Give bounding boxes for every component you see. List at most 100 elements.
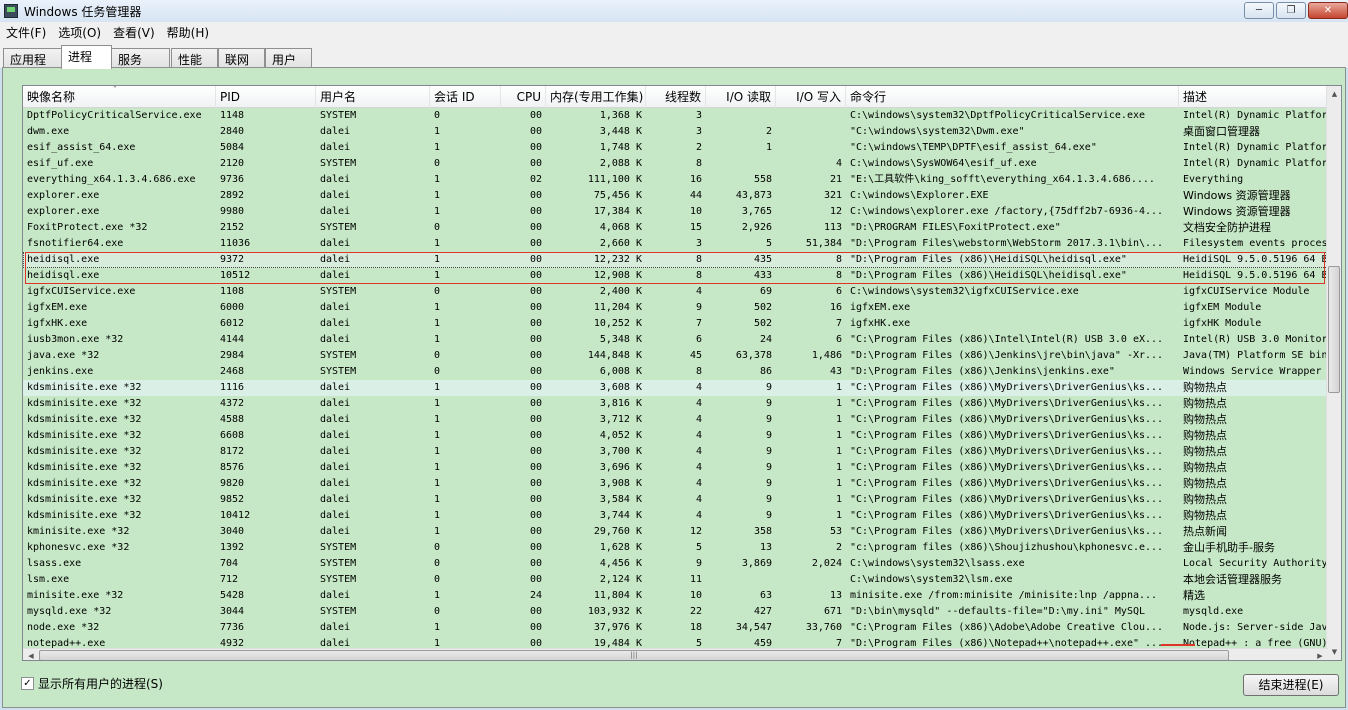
sort-ascending-icon: ˄ [113, 85, 117, 94]
process-row[interactable]: kdsminisite.exe *32 1116 dalei 1 00 3,608 K 4 9… [23, 380, 1328, 396]
column-header-session-id[interactable]: 会话 ID [430, 86, 501, 108]
process-row[interactable]: igfxHK.exe 6012 dalei 1 00 10,252 K 7 502 7 igfxH… [23, 316, 1328, 332]
process-row[interactable]: kdsminisite.exe *32 10412 dalei 1 00 3,744 K 4… [23, 508, 1328, 524]
cell-threads: 7 [695, 318, 702, 329]
show-all-users-checkbox[interactable]: ✓ 显示所有用户的进程(S) [21, 675, 163, 692]
column-header-user-name[interactable]: 用户名 [316, 86, 430, 108]
close-button[interactable]: ✕ [1308, 2, 1348, 19]
tab-performance[interactable]: 性能 [171, 48, 218, 69]
process-row[interactable]: iusb3mon.exe *32 4144 dalei 1 00 5,348 K 6 24 6 "… [23, 332, 1328, 348]
scroll-down-icon[interactable]: ▼ [1327, 644, 1341, 660]
process-row[interactable]: esif_assist_64.exe 5084 dalei 1 00 1,748 K 2 1 "… [23, 140, 1328, 156]
menu-view[interactable]: 查看(V) [107, 24, 161, 41]
process-row[interactable]: kdsminisite.exe *32 8576 dalei 1 00 3,696 K 4 9… [23, 460, 1328, 476]
menu-help[interactable]: 帮助(H) [161, 24, 215, 41]
vertical-scrollbar[interactable]: ▲ ▼ [1326, 86, 1341, 660]
column-header-threads[interactable]: 线程数 [646, 86, 706, 108]
process-row[interactable]: minisite.exe *32 5428 dalei 1 24 11,804 K 10 63… [23, 588, 1328, 604]
process-row[interactable]: lsass.exe 704 SYSTEM 0 00 4,456 K 9 3,869 2,024 C… [23, 556, 1328, 572]
column-header-io-read[interactable]: I/O 读取 [706, 86, 776, 108]
column-header-io-write[interactable]: I/O 写入 [776, 86, 846, 108]
cell-user-name: dalei [320, 190, 351, 201]
cell-image-name: everything_x64.1.3.4.686.exe [27, 174, 196, 185]
menu-options[interactable]: 选项(O) [52, 24, 107, 41]
cell-session-id: 1 [434, 318, 441, 329]
scroll-left-icon[interactable]: ◀ [23, 649, 39, 660]
process-row[interactable]: dwm.exe 2840 dalei 1 00 3,448 K 3 2 "C:\windows\… [23, 124, 1328, 140]
tab-processes[interactable]: 进程 [61, 45, 112, 69]
process-row[interactable]: heidisql.exe 10512 dalei 1 00 12,908 K 8 433 8 "D… [23, 268, 1328, 284]
process-row[interactable]: kdsminisite.exe *32 9852 dalei 1 00 3,584 K 4 9… [23, 492, 1328, 508]
tab-networking[interactable]: 联网 [218, 48, 265, 69]
cell-session-id: 1 [434, 398, 441, 409]
cell-io-write [776, 572, 846, 588]
tab-services[interactable]: 服务 [111, 48, 170, 69]
process-row[interactable]: kphonesvc.exe *32 1392 SYSTEM 0 00 1,628 K 5 13… [23, 540, 1328, 556]
process-row[interactable]: java.exe *32 2984 SYSTEM 0 00 144,848 K 45 63,3… [23, 348, 1328, 364]
process-row[interactable]: everything_x64.1.3.4.686.exe 9736 dalei 1 02… [23, 172, 1328, 188]
column-header-memory[interactable]: 内存(专用工作集) [546, 86, 646, 108]
cell-session-id: 0 [434, 366, 441, 377]
process-row[interactable]: fsnotifier64.exe 11036 dalei 1 00 2,660 K 3 5 51… [23, 236, 1328, 252]
cell-session-id: 1 [434, 382, 441, 393]
tab-applications[interactable]: 应用程序 [3, 48, 62, 84]
end-process-button[interactable]: 结束进程(E) [1243, 674, 1339, 696]
process-row[interactable]: kdsminisite.exe *32 6608 dalei 1 00 4,052 K 4 9… [23, 428, 1328, 444]
column-header-pid[interactable]: PID [216, 86, 316, 108]
column-header-image-name[interactable]: 映像名称 [23, 86, 216, 108]
cell-image-name: FoxitProtect.exe *32 [27, 222, 148, 233]
cell-io-read [706, 108, 776, 124]
cell-memory: 2,660 K [599, 238, 642, 249]
checkbox-icon[interactable]: ✓ [21, 677, 34, 690]
process-row[interactable]: heidisql.exe 9372 dalei 1 00 12,232 K 8 435 8 "D:… [23, 252, 1328, 268]
process-row[interactable]: lsm.exe 712 SYSTEM 0 00 2,124 K 11 C:\windows\s… [23, 572, 1328, 588]
column-header-cpu[interactable]: CPU [501, 86, 546, 108]
process-row[interactable]: kdsminisite.exe *32 4372 dalei 1 00 3,816 K 4 9… [23, 396, 1328, 412]
cell-session-id: 1 [434, 174, 441, 185]
cell-command-line: C:\windows\system32\lsm.exe [850, 574, 1013, 585]
vertical-scroll-thumb[interactable] [1328, 266, 1340, 393]
cell-io-write: 1 [835, 494, 842, 505]
process-list[interactable]: 映像名称 PID 用户名 会话 ID CPU 内存(专用工作集) 线程数 I/O 读取 I/O … [22, 85, 1342, 661]
process-row[interactable]: kdsminisite.exe *32 4588 dalei 1 00 3,712 K 4 9… [23, 412, 1328, 428]
process-row[interactable]: igfxCUIService.exe 1108 SYSTEM 0 00 2,400 K46… [23, 284, 1328, 300]
process-row[interactable]: node.exe *32 7736 dalei 1 00 37,976 K 18 34,547… [23, 620, 1328, 636]
process-row[interactable]: kdsminisite.exe *32 9820 dalei 1 00 3,908 K 4 9… [23, 476, 1328, 492]
cell-session-id: 1 [434, 430, 441, 441]
cell-io-read: 433 [753, 270, 772, 281]
cell-user-name: dalei [320, 126, 351, 137]
column-header-description[interactable]: 描述 [1179, 86, 1328, 108]
maximize-button[interactable]: ❐ [1276, 2, 1306, 19]
cell-cpu: 00 [529, 110, 542, 121]
process-row[interactable]: explorer.exe 9980 dalei 1 00 17,384 K 10 3,765 1… [23, 204, 1328, 220]
tab-users[interactable]: 用户 [265, 48, 312, 69]
horizontal-scrollbar[interactable]: ◀ ||| ▶ [23, 648, 1328, 660]
process-row[interactable]: mysqld.exe *32 3044 SYSTEM 0 00 103,932 K 22 42… [23, 604, 1328, 620]
scroll-up-icon[interactable]: ▲ [1327, 86, 1341, 102]
process-row[interactable]: kdsminisite.exe *32 8172 dalei 1 00 3,700 K 4 9… [23, 444, 1328, 460]
cell-io-read [706, 156, 776, 172]
cell-memory: 2,088 K [599, 158, 642, 169]
scroll-right-icon[interactable]: ▶ [1312, 649, 1328, 660]
process-row[interactable]: jenkins.exe 2468 SYSTEM 0 00 6,008 K 8 86 43 "D:\… [23, 364, 1328, 380]
process-row[interactable]: DptfPolicyCriticalService.exe 1148 SYSTEM 0… [23, 108, 1328, 124]
cell-memory: 1,368 K [599, 110, 642, 121]
process-row[interactable]: kminisite.exe *32 3040 dalei 1 00 29,760 K 12 3… [23, 524, 1328, 540]
column-header-command-line[interactable]: 命令行 [846, 86, 1179, 108]
process-row[interactable]: igfxEM.exe 6000 dalei 1 00 11,204 K 9 502 16 igfx… [23, 300, 1328, 316]
horizontal-scroll-thumb[interactable]: ||| [39, 650, 1229, 660]
minimize-button[interactable]: ─ [1244, 2, 1274, 19]
cell-threads: 22 [689, 606, 702, 617]
process-row[interactable]: explorer.exe 2892 dalei 1 00 75,456 K 44 43,873… [23, 188, 1328, 204]
process-row[interactable]: esif_uf.exe 2120 SYSTEM 0 00 2,088 K 8 4 C:\wind… [23, 156, 1328, 172]
cell-pid: 1108 [220, 286, 245, 297]
process-row[interactable]: FoxitProtect.exe *32 2152 SYSTEM 0 00 4,068 K… [23, 220, 1328, 236]
cell-description: igfxHK Module [1183, 318, 1262, 329]
menu-file[interactable]: 文件(F) [0, 24, 52, 41]
cell-threads: 4 [695, 510, 702, 521]
cell-image-name: esif_assist_64.exe [27, 142, 136, 153]
cell-io-write: 1 [835, 446, 842, 457]
cell-memory: 3,712 K [599, 414, 642, 425]
cell-image-name: igfxHK.exe [27, 318, 88, 329]
cell-image-name: lsass.exe [27, 558, 82, 569]
